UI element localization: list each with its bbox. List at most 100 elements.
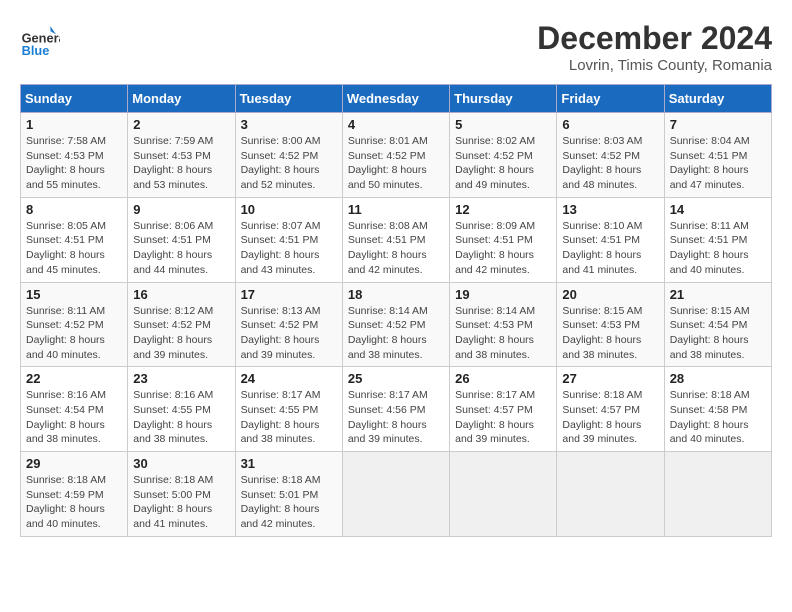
calendar-header-row: SundayMondayTuesdayWednesdayThursdayFrid… <box>21 85 772 113</box>
day-number: 13 <box>562 202 658 217</box>
day-info: Sunrise: 8:18 AM Sunset: 5:01 PM Dayligh… <box>241 473 337 532</box>
calendar-day-cell: 6Sunrise: 8:03 AM Sunset: 4:52 PM Daylig… <box>557 113 664 198</box>
day-info: Sunrise: 7:58 AM Sunset: 4:53 PM Dayligh… <box>26 134 122 193</box>
day-number: 16 <box>133 287 229 302</box>
day-info: Sunrise: 8:18 AM Sunset: 5:00 PM Dayligh… <box>133 473 229 532</box>
day-number: 8 <box>26 202 122 217</box>
day-of-week-header: Monday <box>128 85 235 113</box>
calendar-day-cell: 11 Sunrise: 8:08 AM Sunset: 4:51 PM Dayli… <box>342 197 449 282</box>
calendar-day-cell: 16 Sunrise: 8:12 AM Sunset: 4:52 PM Dayli… <box>128 282 235 367</box>
day-of-week-header: Thursday <box>450 85 557 113</box>
calendar-day-cell: 2Sunrise: 7:59 AM Sunset: 4:53 PM Daylig… <box>128 113 235 198</box>
day-info: Sunrise: 7:59 AM Sunset: 4:53 PM Dayligh… <box>133 134 229 193</box>
day-info: Sunrise: 8:18 AM Sunset: 4:57 PM Dayligh… <box>562 388 658 447</box>
header: General Blue December 2024 Lovrin, Timis… <box>20 20 772 74</box>
day-number: 12 <box>455 202 551 217</box>
day-number: 5 <box>455 117 551 132</box>
day-number: 19 <box>455 287 551 302</box>
day-number: 25 <box>348 371 444 386</box>
day-number: 29 <box>26 456 122 471</box>
calendar-day-cell: 18 Sunrise: 8:14 AM Sunset: 4:52 PM Dayli… <box>342 282 449 367</box>
day-number: 24 <box>241 371 337 386</box>
calendar-day-cell <box>557 452 664 537</box>
calendar-day-cell <box>664 452 771 537</box>
day-of-week-header: Sunday <box>21 85 128 113</box>
day-info: Sunrise: 8:00 AM Sunset: 4:52 PM Dayligh… <box>241 134 337 193</box>
calendar-day-cell: 22 Sunrise: 8:16 AM Sunset: 4:54 PM Dayli… <box>21 367 128 452</box>
calendar-week-row: 8 Sunrise: 8:05 AM Sunset: 4:51 PM Daylig… <box>21 197 772 282</box>
day-number: 3 <box>241 117 337 132</box>
day-number: 10 <box>241 202 337 217</box>
day-number: 18 <box>348 287 444 302</box>
day-of-week-header: Saturday <box>664 85 771 113</box>
calendar-week-row: 15 Sunrise: 8:11 AM Sunset: 4:52 PM Dayli… <box>21 282 772 367</box>
calendar-day-cell: 30 Sunrise: 8:18 AM Sunset: 5:00 PM Dayli… <box>128 452 235 537</box>
calendar-day-cell: 17 Sunrise: 8:13 AM Sunset: 4:52 PM Dayli… <box>235 282 342 367</box>
day-number: 15 <box>26 287 122 302</box>
calendar-day-cell: 10 Sunrise: 8:07 AM Sunset: 4:51 PM Dayli… <box>235 197 342 282</box>
day-number: 1 <box>26 117 122 132</box>
day-info: Sunrise: 8:12 AM Sunset: 4:52 PM Dayligh… <box>133 304 229 363</box>
calendar-day-cell <box>450 452 557 537</box>
calendar-day-cell: 12 Sunrise: 8:09 AM Sunset: 4:51 PM Dayli… <box>450 197 557 282</box>
day-of-week-header: Wednesday <box>342 85 449 113</box>
day-number: 11 <box>348 202 444 217</box>
day-info: Sunrise: 8:07 AM Sunset: 4:51 PM Dayligh… <box>241 219 337 278</box>
calendar-day-cell: 24 Sunrise: 8:17 AM Sunset: 4:55 PM Dayli… <box>235 367 342 452</box>
day-info: Sunrise: 8:18 AM Sunset: 4:59 PM Dayligh… <box>26 473 122 532</box>
calendar: SundayMondayTuesdayWednesdayThursdayFrid… <box>20 84 772 537</box>
svg-text:Blue: Blue <box>22 43 50 58</box>
day-number: 7 <box>670 117 766 132</box>
day-number: 31 <box>241 456 337 471</box>
day-info: Sunrise: 8:08 AM Sunset: 4:51 PM Dayligh… <box>348 219 444 278</box>
day-info: Sunrise: 8:16 AM Sunset: 4:55 PM Dayligh… <box>133 388 229 447</box>
day-info: Sunrise: 8:01 AM Sunset: 4:52 PM Dayligh… <box>348 134 444 193</box>
calendar-day-cell: 5 Sunrise: 8:02 AM Sunset: 4:52 PM Daylig… <box>450 113 557 198</box>
day-info: Sunrise: 8:14 AM Sunset: 4:53 PM Dayligh… <box>455 304 551 363</box>
title-area: December 2024 Lovrin, Timis County, Roma… <box>537 20 772 74</box>
location-subtitle: Lovrin, Timis County, Romania <box>537 57 772 74</box>
day-info: Sunrise: 8:05 AM Sunset: 4:51 PM Dayligh… <box>26 219 122 278</box>
calendar-day-cell: 1 Sunrise: 7:58 AM Sunset: 4:53 PM Daylig… <box>21 113 128 198</box>
month-title: December 2024 <box>537 20 772 57</box>
calendar-day-cell: 26Sunrise: 8:17 AM Sunset: 4:57 PM Dayli… <box>450 367 557 452</box>
day-info: Sunrise: 8:02 AM Sunset: 4:52 PM Dayligh… <box>455 134 551 193</box>
logo: General Blue <box>20 20 64 60</box>
day-number: 17 <box>241 287 337 302</box>
day-info: Sunrise: 8:11 AM Sunset: 4:51 PM Dayligh… <box>670 219 766 278</box>
calendar-day-cell <box>342 452 449 537</box>
day-number: 28 <box>670 371 766 386</box>
day-number: 23 <box>133 371 229 386</box>
calendar-day-cell: 29 Sunrise: 8:18 AM Sunset: 4:59 PM Dayli… <box>21 452 128 537</box>
day-info: Sunrise: 8:09 AM Sunset: 4:51 PM Dayligh… <box>455 219 551 278</box>
calendar-week-row: 1 Sunrise: 7:58 AM Sunset: 4:53 PM Daylig… <box>21 113 772 198</box>
logo-icon: General Blue <box>20 20 60 60</box>
day-info: Sunrise: 8:11 AM Sunset: 4:52 PM Dayligh… <box>26 304 122 363</box>
calendar-week-row: 29 Sunrise: 8:18 AM Sunset: 4:59 PM Dayli… <box>21 452 772 537</box>
day-number: 22 <box>26 371 122 386</box>
calendar-day-cell: 20Sunrise: 8:15 AM Sunset: 4:53 PM Dayli… <box>557 282 664 367</box>
calendar-day-cell: 14Sunrise: 8:11 AM Sunset: 4:51 PM Dayli… <box>664 197 771 282</box>
day-info: Sunrise: 8:06 AM Sunset: 4:51 PM Dayligh… <box>133 219 229 278</box>
day-number: 26 <box>455 371 551 386</box>
calendar-day-cell: 19 Sunrise: 8:14 AM Sunset: 4:53 PM Dayli… <box>450 282 557 367</box>
day-number: 20 <box>562 287 658 302</box>
day-info: Sunrise: 8:14 AM Sunset: 4:52 PM Dayligh… <box>348 304 444 363</box>
day-info: Sunrise: 8:17 AM Sunset: 4:55 PM Dayligh… <box>241 388 337 447</box>
calendar-day-cell: 15 Sunrise: 8:11 AM Sunset: 4:52 PM Dayli… <box>21 282 128 367</box>
calendar-day-cell: 8 Sunrise: 8:05 AM Sunset: 4:51 PM Daylig… <box>21 197 128 282</box>
day-number: 27 <box>562 371 658 386</box>
day-info: Sunrise: 8:16 AM Sunset: 4:54 PM Dayligh… <box>26 388 122 447</box>
day-info: Sunrise: 8:17 AM Sunset: 4:56 PM Dayligh… <box>348 388 444 447</box>
day-info: Sunrise: 8:13 AM Sunset: 4:52 PM Dayligh… <box>241 304 337 363</box>
calendar-day-cell: 9 Sunrise: 8:06 AM Sunset: 4:51 PM Daylig… <box>128 197 235 282</box>
day-number: 21 <box>670 287 766 302</box>
calendar-day-cell: 27 Sunrise: 8:18 AM Sunset: 4:57 PM Dayli… <box>557 367 664 452</box>
calendar-day-cell: 3 Sunrise: 8:00 AM Sunset: 4:52 PM Daylig… <box>235 113 342 198</box>
calendar-day-cell: 13Sunrise: 8:10 AM Sunset: 4:51 PM Dayli… <box>557 197 664 282</box>
day-number: 30 <box>133 456 229 471</box>
calendar-day-cell: 31 Sunrise: 8:18 AM Sunset: 5:01 PM Dayli… <box>235 452 342 537</box>
day-of-week-header: Tuesday <box>235 85 342 113</box>
day-of-week-header: Friday <box>557 85 664 113</box>
day-number: 9 <box>133 202 229 217</box>
